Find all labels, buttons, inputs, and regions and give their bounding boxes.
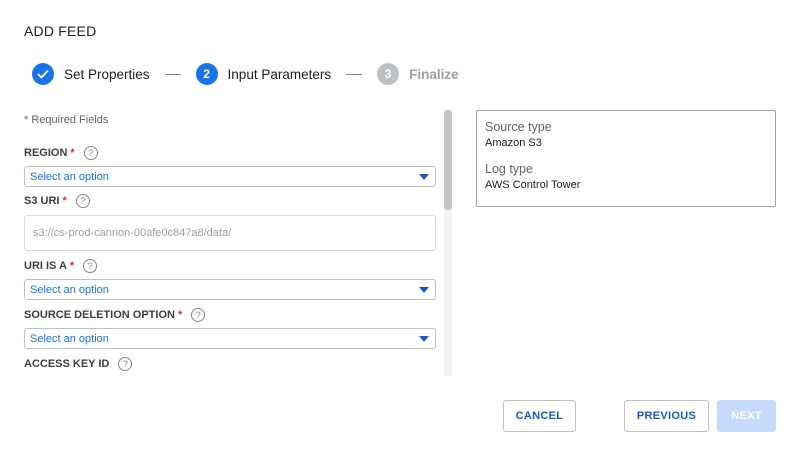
help-icon[interactable]: ? <box>75 194 90 208</box>
label-text: URI IS A <box>24 260 67 272</box>
log-type-value: AWS Control Tower <box>485 179 581 191</box>
s3-uri-label: S3 URI * ? <box>24 194 90 208</box>
required-marker: * <box>70 260 75 272</box>
uri-is-a-label: URI IS A * ? <box>24 259 98 273</box>
step-label: Set Properties <box>64 66 150 82</box>
access-key-id-label: ACCESS KEY ID ? <box>24 357 133 371</box>
source-deletion-label: SOURCE DELETION OPTION * ? <box>24 308 206 322</box>
label-text: ACCESS KEY ID <box>24 358 110 370</box>
select-value: Select an option <box>30 170 109 183</box>
required-marker: * <box>70 147 75 159</box>
source-deletion-select[interactable]: Select an option <box>24 328 436 349</box>
help-icon[interactable]: ? <box>118 357 133 371</box>
region-label: REGION * ? <box>24 146 98 160</box>
caret-down-icon <box>419 336 429 342</box>
select-value: Select an option <box>30 283 109 296</box>
source-type-value: Amazon S3 <box>485 137 542 149</box>
step-label: Input Parameters <box>227 66 332 82</box>
source-type-label: Source type <box>485 120 552 134</box>
help-icon[interactable]: ? <box>83 146 98 160</box>
region-select[interactable]: Select an option <box>24 166 436 187</box>
step-input-parameters: 2 Input Parameters <box>195 63 332 85</box>
log-type-label: Log type <box>485 162 533 176</box>
previous-button[interactable]: PREVIOUS <box>624 400 709 432</box>
stepper: Set Properties 2 Input Parameters 3 Fina… <box>32 62 459 86</box>
step-set-properties: Set Properties <box>32 63 150 85</box>
s3-uri-input[interactable]: s3://cs-prod-cannon-00afe0c847a8/data/ <box>24 215 436 251</box>
label-text: SOURCE DELETION OPTION <box>24 309 175 321</box>
help-icon[interactable]: ? <box>83 259 98 273</box>
form-panel: * Required Fields REGION * ? Select an o… <box>24 108 456 376</box>
label-text: S3 URI <box>24 195 60 207</box>
step-divider <box>346 73 363 75</box>
feed-summary-panel: Source type Amazon S3 Log type AWS Contr… <box>476 110 776 207</box>
form-scrollbar[interactable] <box>444 110 452 376</box>
scrollbar-thumb[interactable] <box>444 110 452 210</box>
caret-down-icon <box>419 287 429 293</box>
step-number: 2 <box>195 63 218 85</box>
uri-is-a-select[interactable]: Select an option <box>24 279 436 300</box>
caret-down-icon <box>419 174 429 180</box>
help-icon[interactable]: ? <box>191 308 206 322</box>
step-divider <box>164 73 181 75</box>
step-label: Finalize <box>409 66 459 82</box>
check-icon <box>32 63 54 85</box>
cancel-button[interactable]: CANCEL <box>503 400 576 432</box>
select-value: Select an option <box>30 332 109 345</box>
required-fields-note: * Required Fields <box>24 114 109 126</box>
required-marker: * <box>177 309 183 321</box>
next-button[interactable]: NEXT <box>717 400 776 432</box>
label-text: REGION <box>24 147 68 159</box>
dialog-title: ADD FEED <box>24 23 97 39</box>
step-finalize: 3 Finalize <box>377 63 459 85</box>
step-number: 3 <box>377 63 400 85</box>
required-marker: * <box>62 195 67 207</box>
